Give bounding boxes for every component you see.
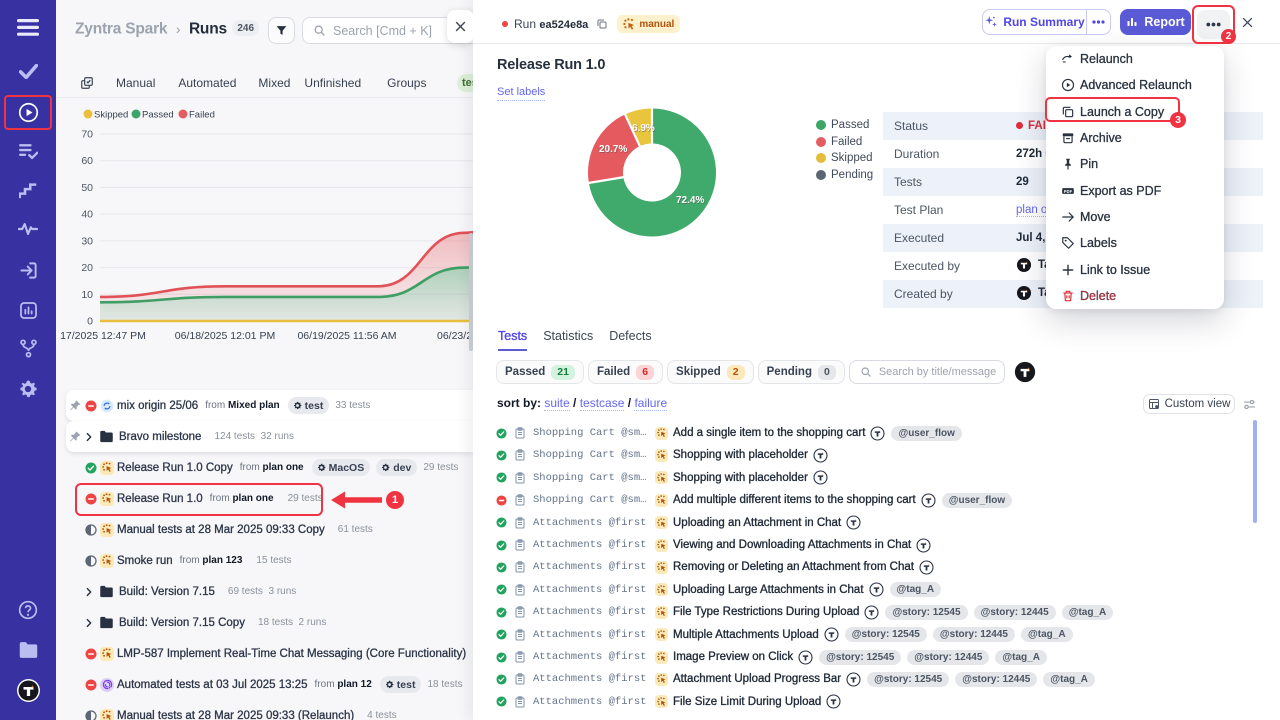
svg-text:70: 70: [81, 129, 93, 141]
svg-text:06/23/202: 06/23/202: [437, 330, 473, 342]
svg-text:20.7%: 20.7%: [599, 144, 627, 155]
svg-text:17/2025 12:47 PM: 17/2025 12:47 PM: [60, 330, 146, 342]
svg-text:Skipped: Skipped: [94, 110, 128, 121]
svg-text:10: 10: [81, 289, 93, 301]
svg-text:40: 40: [81, 209, 93, 221]
svg-text:30: 30: [81, 235, 93, 247]
svg-text:50: 50: [81, 182, 93, 194]
svg-text:06/18/2025 12:01 PM: 06/18/2025 12:01 PM: [175, 330, 275, 342]
svg-text:Failed: Failed: [189, 110, 215, 121]
svg-text:06/19/2025 11:56 AM: 06/19/2025 11:56 AM: [297, 330, 396, 342]
svg-text:PDF: PDF: [1064, 188, 1073, 193]
svg-text:72.4%: 72.4%: [676, 195, 704, 206]
svg-text:60: 60: [81, 155, 93, 167]
svg-text:6.9%: 6.9%: [632, 123, 655, 134]
svg-text:20: 20: [81, 262, 93, 274]
svg-text:Passed: Passed: [142, 110, 174, 121]
svg-text:0: 0: [87, 316, 93, 328]
